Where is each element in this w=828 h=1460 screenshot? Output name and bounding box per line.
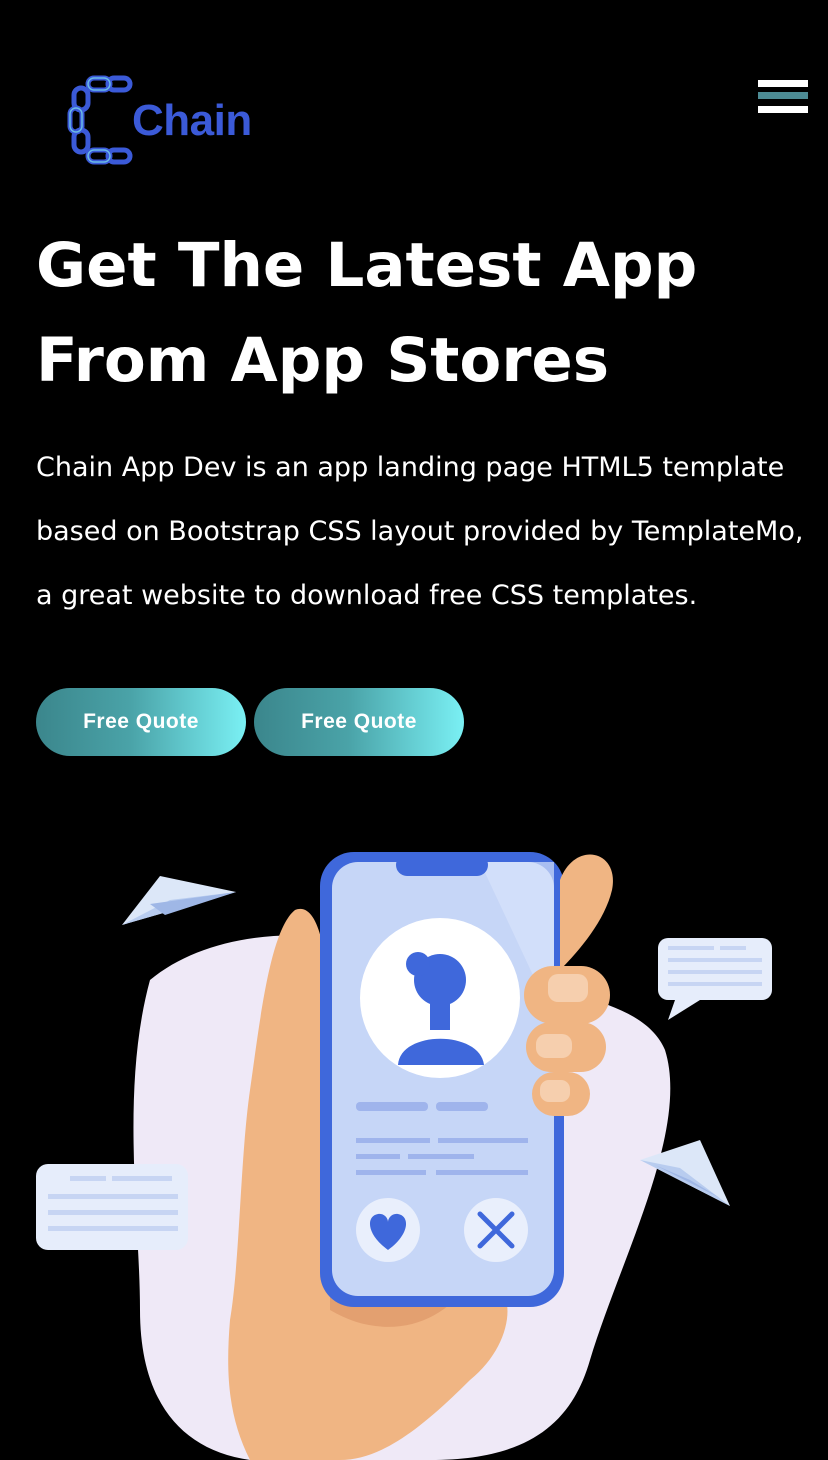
hero-description: Chain App Dev is an app landing page HTM… <box>36 436 806 628</box>
hero-description-line: based on Bootstrap CSS layout provided b… <box>36 516 804 547</box>
free-quote-button[interactable]: Free Quote <box>36 688 246 756</box>
chat-bubble-icon <box>36 1164 188 1250</box>
hero-description-line: a great website to download free CSS tem… <box>36 580 698 611</box>
menu-bar <box>758 80 808 87</box>
paper-plane-icon <box>122 876 236 925</box>
chat-bubble-icon <box>658 938 772 1020</box>
hero-title-line: From App Stores <box>36 325 610 396</box>
menu-bar <box>758 106 808 113</box>
hero-title-line: Get The Latest App <box>36 230 698 301</box>
close-icon <box>464 1198 528 1262</box>
menu-bar <box>758 92 808 99</box>
chain-link-icon <box>67 75 133 165</box>
free-quote-button-secondary[interactable]: Free Quote <box>254 688 464 756</box>
heart-icon <box>356 1198 420 1262</box>
avatar-icon <box>360 918 520 1078</box>
hero-description-line: Chain App Dev is an app landing page HTM… <box>36 452 785 483</box>
logo[interactable]: Chain <box>66 74 266 168</box>
hand-holding-phone-profile-illustration <box>36 852 772 1460</box>
smartphone <box>320 852 564 1307</box>
logo-text: Chain <box>132 96 252 145</box>
hamburger-menu-icon[interactable] <box>756 78 810 118</box>
hero-title: Get The Latest App From App Stores <box>36 218 806 408</box>
